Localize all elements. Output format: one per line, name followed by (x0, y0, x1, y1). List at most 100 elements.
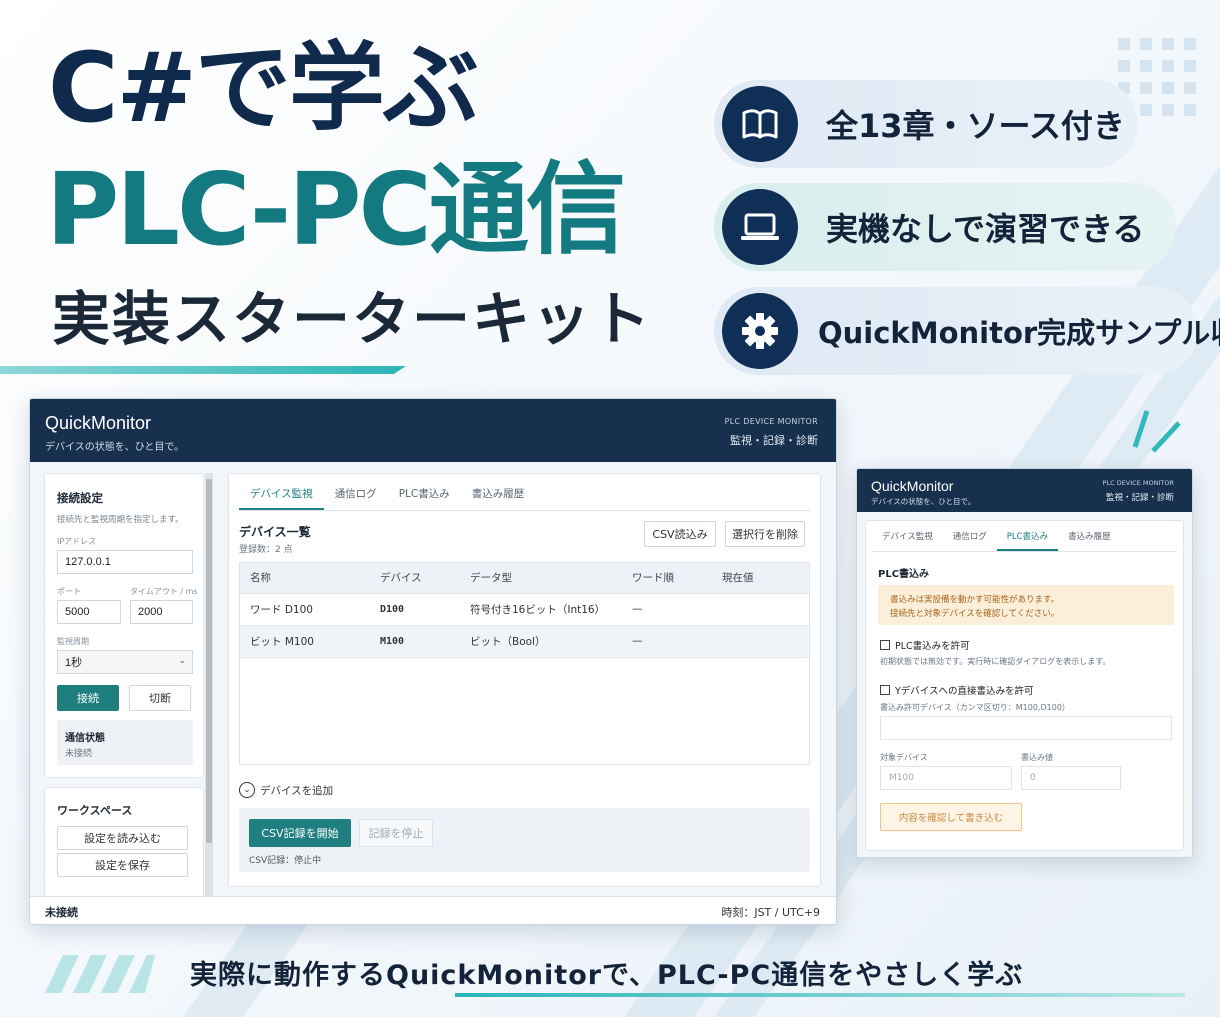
warning-box: 書込みは実設備を動かす可能性があります。 接続先と対象デバイスを確認してください… (878, 585, 1174, 625)
csv-start-button[interactable]: CSV記録を開始 (249, 819, 351, 847)
cycle-select-value: 1秒 (65, 657, 83, 669)
column-header: ワード順 (622, 563, 712, 594)
sidebar: 接続設定 接続先と監視周期を指定します。 IPアドレス 127.0.0.1 ポー… (44, 473, 204, 897)
port-input[interactable]: 5000 (57, 600, 121, 624)
disconnect-button[interactable]: 切断 (129, 685, 191, 711)
main-panel: デバイス監視 通信ログ PLC書込み 書込み履歴 デバイス一覧 登録数：2 点 … (228, 473, 821, 887)
target-device-placeholder: M100 (889, 773, 914, 783)
table-header-row: 名称 デバイス データ型 ワード順 現在値 (240, 563, 809, 594)
app-tag: PLC DEVICE MONITOR (724, 417, 818, 426)
delete-selected-button[interactable]: 選択行を削除 (725, 521, 805, 547)
status-bar: 未接続 時刻：JST / UTC+9 (30, 896, 836, 924)
allow-y-checkbox[interactable]: Yデバイスへの直接書込みを許可 (880, 683, 1034, 697)
table-row[interactable]: ワード D100 D100 符号付き16ビット（Int16） — (240, 593, 809, 626)
sidebar-scrollbar[interactable] (205, 473, 213, 896)
status-bar-connection: 未接続 (45, 906, 78, 919)
app-body: 接続設定 接続先と監視周期を指定します。 IPアドレス 127.0.0.1 ポー… (30, 462, 836, 897)
plc-write-window: QuickMonitor デバイスの状態を、ひと目で。 PLC DEVICE M… (856, 468, 1193, 858)
cell-name: ビット M100 (240, 625, 370, 658)
cell-type: ビット（Bool） (460, 625, 622, 658)
tab-device-monitor[interactable]: デバイス監視 (239, 484, 324, 510)
app-header: QuickMonitor デバイスの状態を、ひと目で。 PLC DEVICE M… (30, 399, 836, 462)
cell-type: 符号付き16ビット（Int16） (460, 593, 622, 626)
add-device-toggle[interactable]: ⌄ デバイスを追加 (239, 782, 333, 798)
hero-title-line2: PLC-PC通信 (46, 151, 626, 268)
target-device-input[interactable]: M100 (880, 766, 1012, 790)
status-box: 通信状態 未接続 (57, 720, 193, 765)
load-settings-button[interactable]: 設定を読み込む (57, 826, 188, 850)
hero-title-line3: 実装スターターキット (52, 285, 653, 353)
tab-divider (239, 510, 810, 511)
connection-description: 接続先と監視周期を指定します。 (57, 515, 184, 525)
timeout-input[interactable]: 2000 (130, 600, 193, 624)
device-count: 登録数：2 点 (239, 545, 293, 555)
bottom-caption: 実際に動作するQuickMonitorで、PLC-PC通信をやさしく学ぶ (190, 960, 1024, 991)
device-table-frame: 名称 デバイス データ型 ワード順 現在値 ワード D100 D100 符号付き… (239, 562, 810, 765)
tab-write-history[interactable]: 書込み履歴 (1058, 529, 1121, 551)
csv-import-button[interactable]: CSV読込み (644, 521, 716, 547)
cell-device: M100 (370, 625, 460, 658)
laptop-icon (722, 189, 798, 265)
csv-stop-button[interactable]: 記録を停止 (359, 819, 433, 847)
hero-title-line1: C#で学ぶ (48, 32, 479, 144)
device-table: 名称 デバイス データ型 ワード順 現在値 ワード D100 D100 符号付き… (240, 563, 809, 658)
cycle-label: 監視周期 (57, 637, 89, 646)
checkbox-icon (880, 685, 890, 695)
column-header: 現在値 (712, 563, 809, 594)
tab-bar: デバイス監視 通信ログ PLC書込み 書込み履歴 (239, 484, 535, 510)
write-value-label: 書込み値 (1021, 753, 1053, 762)
write-value-input[interactable]: 0 (1021, 766, 1121, 790)
scrollbar-thumb[interactable] (206, 479, 212, 843)
csv-status: CSV記録：停止中 (249, 856, 322, 866)
cell-word-order: — (622, 625, 712, 658)
allow-write-checkbox[interactable]: PLC書込みを許可 (880, 638, 970, 652)
target-device-label: 対象デバイス (880, 753, 928, 762)
feature-pill-practice: 実機なしで演習できる (714, 183, 1176, 271)
connection-settings-card: 接続設定 接続先と監視周期を指定します。 IPアドレス 127.0.0.1 ポー… (44, 473, 204, 778)
app-tag-sub: 監視・記録・診断 (1105, 493, 1174, 503)
csv-record-panel: CSV記録を開始 記録を停止 CSV記録：停止中 (239, 808, 810, 872)
tab-comm-log[interactable]: 通信ログ (324, 484, 388, 510)
feature-pill-chapters: 全13章・ソース付き (714, 80, 1138, 168)
tab-plc-write[interactable]: PLC書込み (388, 484, 461, 510)
accent-slashes (45, 955, 155, 993)
allow-write-label: PLC書込みを許可 (895, 641, 970, 652)
allow-write-description: 初期状態では無効です。実行時に確認ダイアログを表示します。 (880, 657, 1111, 666)
tab-bar: デバイス監視 通信ログ PLC書込み 書込み履歴 (872, 529, 1121, 551)
accent-marks (1132, 410, 1181, 453)
chevron-circle-icon: ⌄ (239, 782, 255, 798)
ip-address-input[interactable]: 127.0.0.1 (57, 550, 193, 574)
column-header: デバイス (370, 563, 460, 594)
connection-heading: 接続設定 (57, 491, 103, 505)
checkbox-icon (880, 640, 890, 650)
workspace-card: ワークスペース 設定を読み込む 設定を保存 (44, 787, 204, 897)
allowed-devices-input[interactable] (880, 716, 1172, 740)
port-label: ポート (57, 587, 81, 596)
tab-divider (872, 551, 1177, 552)
feature-label: 実機なしで演習できる (826, 210, 1145, 248)
device-list-heading: デバイス一覧 (239, 525, 311, 539)
add-device-label: デバイスを追加 (260, 784, 334, 797)
confirm-write-button[interactable]: 内容を確認して書き込む (880, 803, 1022, 831)
status-value: 未接続 (65, 749, 93, 759)
hero-underline (0, 366, 406, 374)
tab-plc-write[interactable]: PLC書込み (996, 529, 1059, 551)
app-tag: PLC DEVICE MONITOR (1102, 479, 1174, 487)
tab-write-history[interactable]: 書込み履歴 (461, 484, 536, 510)
tab-comm-log[interactable]: 通信ログ (943, 529, 997, 551)
feature-label: QuickMonitor完成サンプル収録 (818, 316, 1220, 350)
feature-label: 全13章・ソース付き (826, 107, 1125, 145)
cell-device: D100 (370, 593, 460, 626)
gear-icon (722, 293, 798, 369)
save-settings-button[interactable]: 設定を保存 (57, 853, 188, 877)
chevron-down-icon: ⌄ (178, 655, 186, 665)
workspace-heading: ワークスペース (57, 804, 133, 817)
table-row[interactable]: ビット M100 M100 ビット（Bool） — (240, 625, 809, 658)
caption-underline (455, 993, 1185, 997)
connect-button[interactable]: 接続 (57, 685, 119, 711)
tab-device-monitor[interactable]: デバイス監視 (872, 529, 943, 551)
write-panel: デバイス監視 通信ログ PLC書込み 書込み履歴 PLC書込み 書込みは実設備を… (865, 520, 1184, 851)
app-header: QuickMonitor デバイスの状態を、ひと目で。 PLC DEVICE M… (857, 469, 1192, 512)
cycle-select[interactable]: 1秒 ⌄ (57, 650, 193, 674)
column-header: 名称 (240, 563, 370, 594)
